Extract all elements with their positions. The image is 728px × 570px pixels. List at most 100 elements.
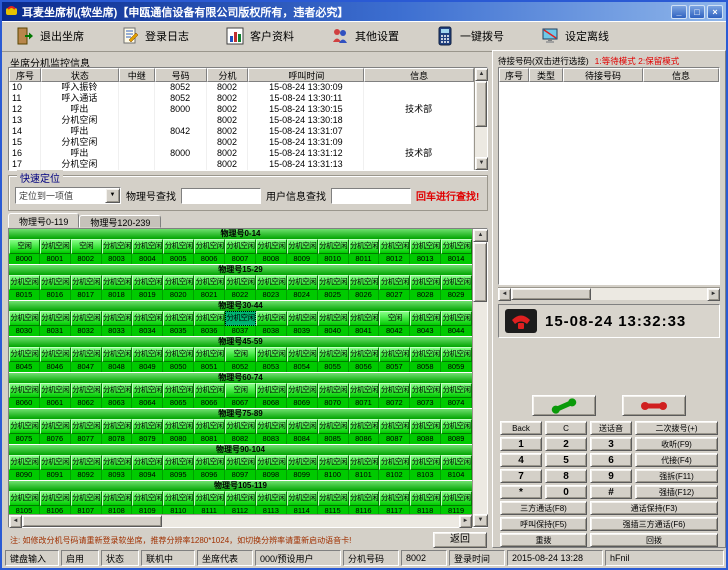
- extension-button[interactable]: 空闲: [225, 347, 256, 362]
- extension-button[interactable]: 空闲: [379, 311, 410, 326]
- extension-button[interactable]: 分机空闲: [163, 311, 194, 326]
- keypad-button[interactable]: 7: [500, 469, 542, 483]
- chevron-down-icon[interactable]: ▼: [105, 188, 120, 203]
- scroll-left-button[interactable]: ◄: [498, 288, 511, 301]
- extension-button[interactable]: 分机空闲: [9, 311, 40, 326]
- monitor-row[interactable]: 13分机空闲800215-08-24 13:30:18: [9, 115, 474, 126]
- extension-button[interactable]: 分机空闲: [9, 455, 40, 470]
- keypad-button[interactable]: 0: [545, 485, 587, 499]
- extension-button[interactable]: 分机空闲: [410, 239, 441, 254]
- extension-button[interactable]: 分机空闲: [102, 455, 133, 470]
- extension-button[interactable]: 分机空闲: [441, 491, 472, 506]
- extension-button[interactable]: 分机空闲: [287, 275, 318, 290]
- extension-button[interactable]: 分机空闲: [40, 491, 71, 506]
- extension-button[interactable]: 分机空闲: [349, 455, 380, 470]
- extension-button[interactable]: 分机空闲: [256, 311, 287, 326]
- keypad-button[interactable]: #: [590, 485, 632, 499]
- monitor-row[interactable]: 10呼入振铃8052800215-08-24 13:30:09: [9, 82, 474, 93]
- extension-button[interactable]: 分机空闲: [102, 383, 133, 398]
- extension-button[interactable]: 分机空闲: [349, 275, 380, 290]
- extension-button[interactable]: 分机空闲: [9, 491, 40, 506]
- other-settings-button[interactable]: 其他设置: [325, 23, 404, 49]
- close-button[interactable]: ×: [707, 5, 723, 19]
- scrollbar-thumb[interactable]: [473, 242, 487, 302]
- scrollbar-track[interactable]: [475, 81, 487, 157]
- extension-button[interactable]: 分机空闲: [102, 275, 133, 290]
- extension-button[interactable]: 分机空闲: [318, 383, 349, 398]
- monitor-row[interactable]: 12呼出8000800215-08-24 13:30:15技术部: [9, 104, 474, 115]
- monitor-row[interactable]: 17分机空闲800215-08-24 13:31:13: [9, 159, 474, 170]
- extension-button[interactable]: 分机空闲: [256, 383, 287, 398]
- extension-button[interactable]: 分机空闲: [132, 347, 163, 362]
- extension-button[interactable]: 分机空闲: [287, 455, 318, 470]
- keypad-button[interactable]: 三方通话(F8): [500, 501, 587, 515]
- locate-field-select[interactable]: 定位到一项值 ▼: [15, 187, 121, 204]
- extension-button[interactable]: 分机空闲: [194, 419, 225, 434]
- extension-button[interactable]: 分机空闲: [40, 275, 71, 290]
- extension-button[interactable]: 分机空闲: [410, 419, 441, 434]
- extension-button[interactable]: 分机空闲: [132, 455, 163, 470]
- extension-button[interactable]: 分机空闲: [287, 311, 318, 326]
- extension-button[interactable]: 分机空闲: [40, 239, 71, 254]
- scrollbar-track[interactable]: [473, 242, 487, 514]
- extension-button[interactable]: 分机空闲: [102, 419, 133, 434]
- scrollbar-thumb[interactable]: [22, 515, 162, 527]
- scroll-right-button[interactable]: ►: [707, 288, 720, 301]
- extension-button[interactable]: 分机空闲: [441, 311, 472, 326]
- extension-button[interactable]: 分机空闲: [318, 491, 349, 506]
- keypad-button[interactable]: 收听(F9): [635, 437, 718, 451]
- keypad-button[interactable]: 强拆(F11): [635, 469, 718, 483]
- keypad-button[interactable]: 送话音: [590, 421, 632, 435]
- customer-info-button[interactable]: 客户资料: [220, 23, 299, 49]
- monitor-row[interactable]: 14呼出8042800215-08-24 13:31:07: [9, 126, 474, 137]
- extension-button[interactable]: 分机空闲: [40, 311, 71, 326]
- scroll-down-button[interactable]: ▼: [475, 157, 488, 170]
- extension-button[interactable]: 分机空闲: [287, 239, 318, 254]
- keypad-button[interactable]: 强插三方通话(F6): [590, 517, 718, 531]
- keypad-button[interactable]: 二次拨号(+): [635, 421, 718, 435]
- extension-button[interactable]: 分机空闲: [40, 419, 71, 434]
- extension-button[interactable]: 分机空闲: [410, 347, 441, 362]
- extension-button[interactable]: 分机空闲: [40, 347, 71, 362]
- extension-button[interactable]: 分机空闲: [132, 275, 163, 290]
- extension-button[interactable]: 分机空闲: [194, 455, 225, 470]
- extension-button[interactable]: 分机空闲: [71, 347, 102, 362]
- extension-button[interactable]: 分机空闲: [318, 275, 349, 290]
- extension-button[interactable]: 分机空闲: [102, 239, 133, 254]
- keypad-button[interactable]: 6: [590, 453, 632, 467]
- extension-button[interactable]: 分机空闲: [441, 347, 472, 362]
- extension-button[interactable]: 分机空闲: [225, 455, 256, 470]
- extension-button[interactable]: 分机空闲: [194, 347, 225, 362]
- extension-button[interactable]: 分机空闲: [163, 275, 194, 290]
- extension-button[interactable]: 空闲: [71, 239, 102, 254]
- extension-button[interactable]: 分机空闲: [256, 491, 287, 506]
- extension-button[interactable]: 分机空闲: [40, 383, 71, 398]
- extension-button[interactable]: 分机空闲: [256, 419, 287, 434]
- extension-button[interactable]: 分机空闲: [379, 491, 410, 506]
- scroll-right-button[interactable]: ►: [459, 515, 472, 528]
- extension-button[interactable]: 分机空闲: [102, 491, 133, 506]
- keypad-button[interactable]: 5: [545, 453, 587, 467]
- extension-button[interactable]: 分机空闲: [163, 419, 194, 434]
- keypad-button[interactable]: 回拨: [590, 533, 718, 547]
- extension-button[interactable]: 分机空闲: [194, 275, 225, 290]
- extension-button[interactable]: 分机空闲: [287, 347, 318, 362]
- keypad-button[interactable]: 强插(F12): [635, 485, 718, 499]
- extension-button[interactable]: 空闲: [225, 383, 256, 398]
- extension-button[interactable]: 分机空闲: [71, 491, 102, 506]
- keypad-button[interactable]: 8: [545, 469, 587, 483]
- keypad-button[interactable]: 1: [500, 437, 542, 451]
- tab-phys-120-239[interactable]: 物理号120-239: [79, 215, 161, 228]
- user-search-input[interactable]: [331, 188, 411, 204]
- extension-button[interactable]: 分机空闲: [132, 491, 163, 506]
- extension-button[interactable]: 分机空闲: [194, 239, 225, 254]
- monitor-row[interactable]: 15分机空闲800215-08-24 13:31:09: [9, 137, 474, 148]
- monitor-scrollbar[interactable]: ▲ ▼: [474, 68, 487, 170]
- extension-button[interactable]: 分机空闲: [9, 419, 40, 434]
- extension-button[interactable]: 分机空闲: [132, 239, 163, 254]
- monitor-row[interactable]: 11呼入通话8052800215-08-24 13:30:11: [9, 93, 474, 104]
- extension-button[interactable]: 分机空闲: [410, 383, 441, 398]
- login-log-button[interactable]: 登录日志: [115, 23, 194, 49]
- extension-button[interactable]: 分机空闲: [163, 347, 194, 362]
- extension-button[interactable]: 分机空闲: [441, 239, 472, 254]
